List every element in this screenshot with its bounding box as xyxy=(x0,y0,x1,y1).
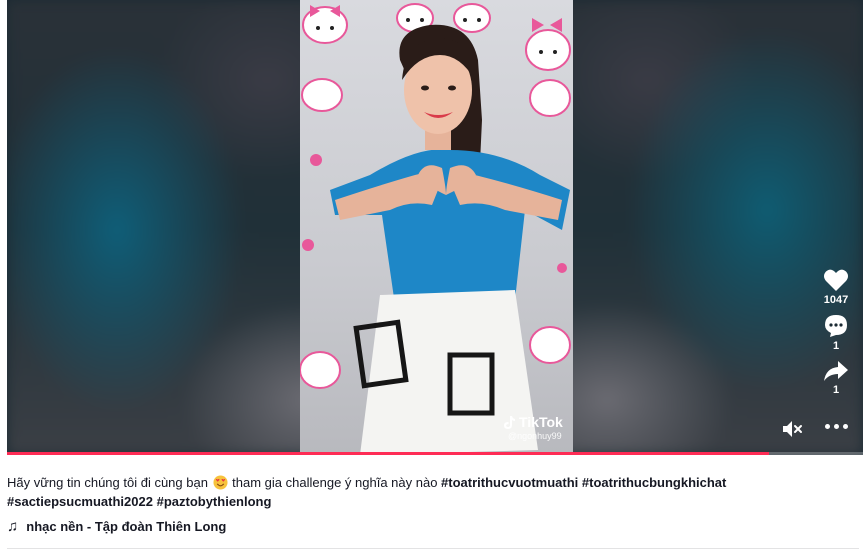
tiktok-note-icon xyxy=(504,415,515,429)
more-options-icon-dot[interactable] xyxy=(843,424,848,429)
comment-count: 1 xyxy=(832,340,840,352)
more-options-button[interactable] xyxy=(825,424,848,429)
music-label[interactable]: nhạc nền - Tập đoàn Thiên Long xyxy=(26,519,226,534)
more-options-icon[interactable] xyxy=(825,424,830,429)
caption-text-continued: tham gia challenge ý nghĩa này nào xyxy=(228,475,442,490)
music-link[interactable]: ♫ nhạc nền - Tập đoàn Thiên Long xyxy=(7,518,226,535)
side-action-bar: 1047 1 1 xyxy=(812,268,860,396)
dancer-figure xyxy=(330,24,570,455)
share-count: 1 xyxy=(832,384,840,396)
video-progress-fill xyxy=(7,452,769,455)
hashtag-link[interactable]: #sactiepsucmuathi2022 xyxy=(7,494,153,509)
divider xyxy=(7,548,859,549)
share-icon[interactable] xyxy=(823,360,849,382)
music-note-icon: ♫ xyxy=(7,518,19,535)
hashtag-link[interactable]: #toatrithucbungkhichat xyxy=(582,475,726,490)
tiktok-watermark: TikTok @ngonhuy99 xyxy=(502,414,563,441)
hashtag-link[interactable]: #paztobythienlong xyxy=(157,494,272,509)
video-progress-bar[interactable] xyxy=(7,452,863,455)
smiling-face-with-hearts-icon xyxy=(213,475,228,490)
comment-button[interactable]: 1 xyxy=(824,314,848,352)
watermark-username: @ngonhuy99 xyxy=(508,431,562,441)
video-caption: Hãy vững tin chúng tôi đi cùng bạn tham … xyxy=(7,473,859,511)
hashtag-link[interactable]: #toatrithucvuotmuathi xyxy=(441,475,578,490)
mute-button[interactable] xyxy=(782,420,804,443)
more-options-icon-dot[interactable] xyxy=(834,424,839,429)
like-count: 1047 xyxy=(823,294,849,306)
like-button[interactable]: 1047 xyxy=(823,268,849,306)
tiktok-logo: TikTok xyxy=(502,414,563,430)
comment-icon[interactable] xyxy=(824,314,848,338)
heart-icon[interactable] xyxy=(823,268,849,292)
tiktok-logo-text: TikTok xyxy=(519,414,563,430)
video-frame[interactable] xyxy=(300,0,573,455)
muted-speaker-icon[interactable] xyxy=(782,420,804,438)
caption-text: Hãy vững tin chúng tôi đi cùng bạn xyxy=(7,475,212,490)
share-button[interactable]: 1 xyxy=(823,360,849,396)
